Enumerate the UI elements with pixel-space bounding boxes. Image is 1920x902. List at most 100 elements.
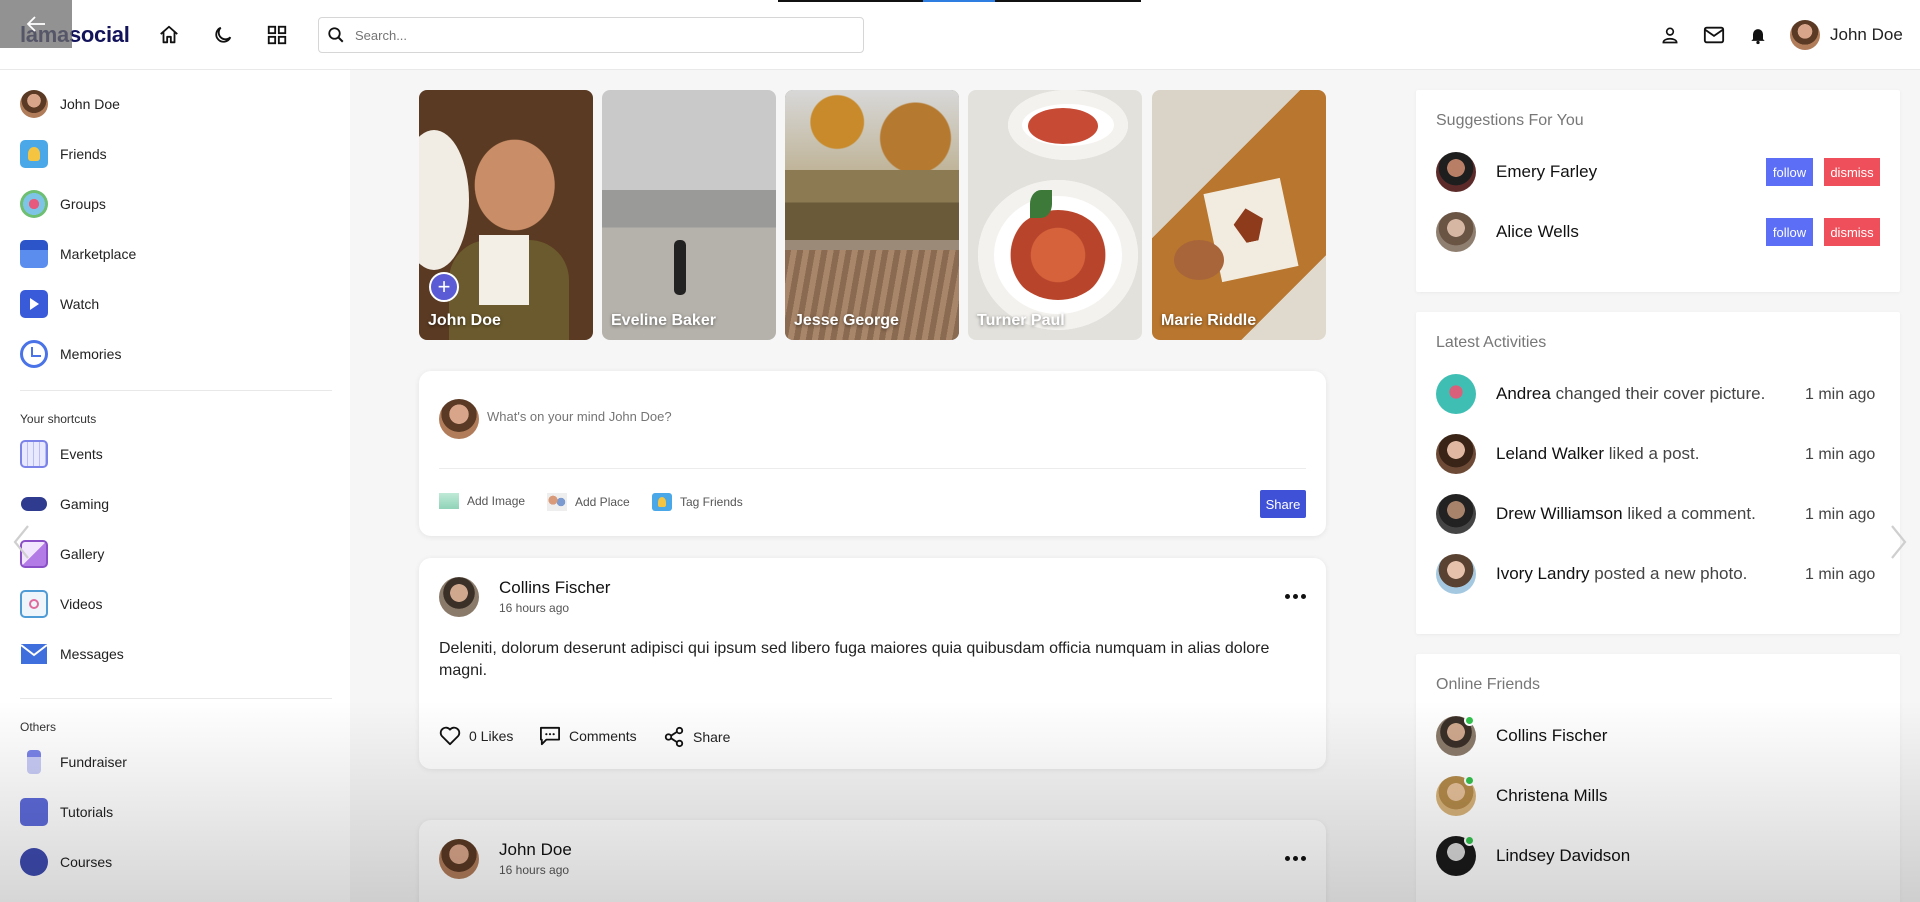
story-card[interactable]: Marie Riddle <box>1152 90 1326 340</box>
section-title-shortcuts: Your shortcuts <box>20 412 97 426</box>
story-card[interactable]: + John Doe <box>419 90 593 340</box>
activities-title: Latest Activities <box>1436 334 1547 351</box>
activity-user[interactable]: Andrea <box>1496 384 1551 403</box>
sidebar-item-watch[interactable]: Watch <box>20 290 99 318</box>
divider <box>20 698 332 699</box>
post-author[interactable]: John Doe <box>499 840 572 860</box>
share-button[interactable]: Share <box>1260 490 1306 518</box>
sidebar-item-label: Messages <box>60 646 124 662</box>
post-text: Deleniti, dolorum deserunt adipisci qui … <box>439 640 1270 679</box>
story-card[interactable]: Eveline Baker <box>602 90 776 340</box>
sidebar-item-videos[interactable]: Videos <box>20 590 103 618</box>
search-input[interactable] <box>355 27 835 43</box>
dismiss-button[interactable]: dismiss <box>1824 218 1880 246</box>
story-card[interactable]: Turner Paul <box>968 90 1142 340</box>
sidebar-item-fundraiser[interactable]: Fundraiser <box>20 748 127 776</box>
sidebar-item-courses[interactable]: Courses <box>20 848 112 876</box>
suggestion-name[interactable]: Alice Wells <box>1496 222 1579 242</box>
sidebar-item-groups[interactable]: Groups <box>20 190 106 218</box>
avatar <box>439 839 479 879</box>
online-friend-row[interactable]: Collins Fischer <box>1436 715 1607 756</box>
follow-button[interactable]: follow <box>1766 218 1813 246</box>
suggestion-name[interactable]: Emery Farley <box>1496 162 1597 182</box>
comments-label: Comments <box>569 728 637 744</box>
sidebar-item-profile[interactable]: John Doe <box>20 90 120 118</box>
sidebar-item-tutorials[interactable]: Tutorials <box>20 798 113 826</box>
search-bar <box>318 17 864 53</box>
avatar <box>1436 212 1476 252</box>
search-icon <box>328 27 344 43</box>
post-author[interactable]: Collins Fischer <box>499 578 610 598</box>
previous-arrow-icon[interactable] <box>6 522 36 562</box>
next-arrow-icon[interactable] <box>1884 522 1914 562</box>
sidebar-item-gaming[interactable]: Gaming <box>20 490 109 518</box>
add-place-button[interactable]: Add Place <box>547 493 630 511</box>
dark-mode-moon-icon[interactable] <box>210 22 236 48</box>
more-options-icon[interactable] <box>1285 856 1306 861</box>
add-place-label: Add Place <box>575 495 630 509</box>
online-friend-row[interactable]: Lindsey Davidson <box>1436 835 1631 876</box>
sidebar-item-label: Fundraiser <box>60 754 127 770</box>
sidebar-item-label: Gallery <box>60 546 105 562</box>
activity-user[interactable]: Drew Williamson <box>1496 504 1623 523</box>
tag-friends-icon <box>652 493 672 511</box>
story-name: Jesse George <box>794 312 899 329</box>
back-button[interactable] <box>0 0 72 48</box>
avatar <box>439 399 479 439</box>
person-icon[interactable] <box>1657 22 1683 48</box>
activity-row: Leland Walker liked a post. <box>1436 434 1700 474</box>
follow-button[interactable]: follow <box>1766 158 1813 186</box>
memories-icon <box>20 340 48 368</box>
sidebar-item-label: Events <box>60 446 103 462</box>
friend-name: Lindsey Davidson <box>1496 846 1631 865</box>
sidebar-item-label: Tutorials <box>60 804 114 820</box>
comment-icon <box>540 726 560 746</box>
events-icon <box>20 440 48 468</box>
avatar <box>20 90 48 118</box>
like-button[interactable]: 0 Likes <box>439 726 513 746</box>
tutorials-icon <box>20 798 48 826</box>
suggestion-row: Alice Wells <box>1436 212 1579 252</box>
activity-action: changed their cover picture. <box>1555 384 1766 403</box>
sidebar-item-messages[interactable]: Messages <box>20 640 124 668</box>
bell-icon[interactable] <box>1745 22 1771 48</box>
sidebar-item-memories[interactable]: Memories <box>20 340 121 368</box>
sidebar-item-friends[interactable]: Friends <box>20 140 107 168</box>
friends-icon <box>20 140 48 168</box>
add-story-button[interactable]: + <box>429 272 459 302</box>
sidebar-item-label: Watch <box>60 296 100 312</box>
watch-icon <box>20 290 48 318</box>
videos-icon <box>20 590 48 618</box>
composer-input[interactable] <box>487 409 1287 424</box>
activity-user[interactable]: Ivory Landry <box>1496 564 1590 583</box>
share-post-button[interactable]: Share <box>663 726 730 748</box>
activity-time: 1 min ago <box>1805 566 1876 583</box>
divider <box>20 390 332 391</box>
tag-friends-button[interactable]: Tag Friends <box>652 493 743 511</box>
add-image-button[interactable]: Add Image <box>439 493 525 509</box>
story-name: John Doe <box>428 312 501 329</box>
user-menu[interactable]: John Doe <box>1790 20 1903 50</box>
messages-icon <box>20 640 48 668</box>
courses-icon <box>20 848 48 876</box>
share-label: Share <box>693 729 731 745</box>
online-friend-row[interactable]: Christena Mills <box>1436 775 1607 816</box>
avatar <box>439 577 479 617</box>
activity-time: 1 min ago <box>1805 386 1876 403</box>
sidebar-item-events[interactable]: Events <box>20 440 103 468</box>
apps-grid-icon[interactable] <box>264 22 290 48</box>
home-icon[interactable] <box>156 22 182 48</box>
story-card[interactable]: Jesse George <box>785 90 959 340</box>
dismiss-button[interactable]: dismiss <box>1824 158 1880 186</box>
more-options-icon[interactable] <box>1285 594 1306 599</box>
comments-button[interactable]: Comments <box>539 726 637 746</box>
marketplace-icon <box>20 240 48 268</box>
activity-text: Andrea changed their cover picture. <box>1496 384 1765 404</box>
activity-row: Andrea changed their cover picture. <box>1436 374 1765 414</box>
sidebar-item-label: Gaming <box>60 496 110 512</box>
post-time: 16 hours ago <box>499 601 570 615</box>
online-status-dot <box>1464 835 1475 846</box>
activity-user[interactable]: Leland Walker <box>1496 444 1604 463</box>
sidebar-item-marketplace[interactable]: Marketplace <box>20 240 136 268</box>
mail-icon[interactable] <box>1701 22 1727 48</box>
